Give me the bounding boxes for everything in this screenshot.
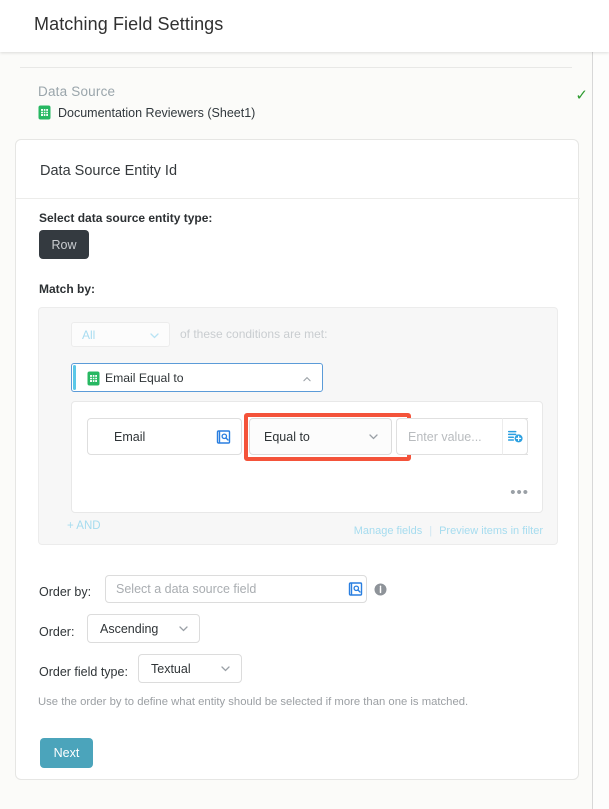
order-direction-value: Ascending (100, 622, 158, 636)
filter-builder: All of these conditions are met: Email E… (38, 307, 558, 545)
match-by-label: Match by: (39, 282, 95, 296)
condition-field-value: Email (114, 430, 145, 444)
chevron-up-icon[interactable] (303, 375, 311, 383)
data-source-summary[interactable]: Data Source Documentation Reviewers (She… (38, 84, 255, 120)
chevron-down-icon (150, 333, 159, 339)
field-lookup-icon[interactable] (348, 581, 364, 602)
order-by-label: Order by: (39, 585, 91, 599)
preview-items-link[interactable]: Preview items in filter (439, 525, 543, 537)
next-button[interactable]: Next (40, 738, 93, 768)
match-mode-select[interactable]: All (71, 322, 170, 347)
card-divider (16, 198, 580, 199)
chevron-down-icon (179, 626, 188, 632)
page-title: Matching Field Settings (34, 14, 223, 35)
order-field-type-select[interactable]: Textual (138, 654, 242, 683)
app-root: Matching Field Settings Data Source Docu… (0, 0, 609, 809)
green-check-icon: ✓ (575, 88, 588, 103)
add-list-item-icon[interactable] (502, 418, 528, 455)
footer-separator: | (422, 525, 439, 537)
match-mode-value: All (82, 328, 95, 342)
order-by-input[interactable] (105, 575, 367, 603)
entity-type-row-button[interactable]: Row (39, 230, 89, 259)
card-title: Data Source Entity Id (40, 163, 177, 179)
chevron-down-icon (221, 666, 230, 672)
google-sheets-icon (87, 371, 100, 386)
condition-operator-select[interactable]: Equal to (249, 418, 392, 455)
entity-settings-card: Data Source Entity Id Select data source… (15, 139, 579, 780)
chevron-down-icon (369, 434, 378, 440)
conditions-text: of these conditions are met: (180, 327, 327, 341)
order-hint-text: Use the order by to define what entity s… (38, 696, 468, 708)
entity-type-label: Select data source entity type: (39, 211, 212, 225)
google-sheets-icon (38, 105, 51, 120)
filter-footer-links: Manage fields|Preview items in filter (354, 525, 543, 537)
condition-group-pill[interactable]: Email Equal to (71, 363, 323, 392)
info-icon[interactable] (374, 583, 387, 601)
condition-group-label: Email Equal to (105, 371, 184, 385)
field-lookup-icon[interactable] (216, 429, 232, 450)
order-field-type-label: Order field type: (39, 665, 128, 679)
divider (20, 67, 572, 68)
order-label: Order: (39, 625, 74, 639)
manage-fields-link[interactable]: Manage fields (354, 525, 423, 537)
pill-accent-bar (73, 365, 76, 390)
data-source-name: Documentation Reviewers (Sheet1) (58, 106, 255, 120)
data-source-row: Documentation Reviewers (Sheet1) (38, 105, 255, 120)
top-bar: Matching Field Settings (0, 0, 609, 52)
order-direction-select[interactable]: Ascending (87, 614, 200, 643)
order-field-type-value: Textual (151, 662, 191, 676)
right-rail (592, 52, 609, 809)
condition-field-select[interactable]: Email (87, 418, 242, 455)
add-and-condition-link[interactable]: + AND (67, 520, 101, 532)
ellipsis-icon[interactable]: ••• (510, 485, 529, 500)
condition-panel: Email Equal to (71, 401, 543, 513)
condition-operator-value: Equal to (264, 430, 310, 444)
data-source-label: Data Source (38, 84, 255, 99)
